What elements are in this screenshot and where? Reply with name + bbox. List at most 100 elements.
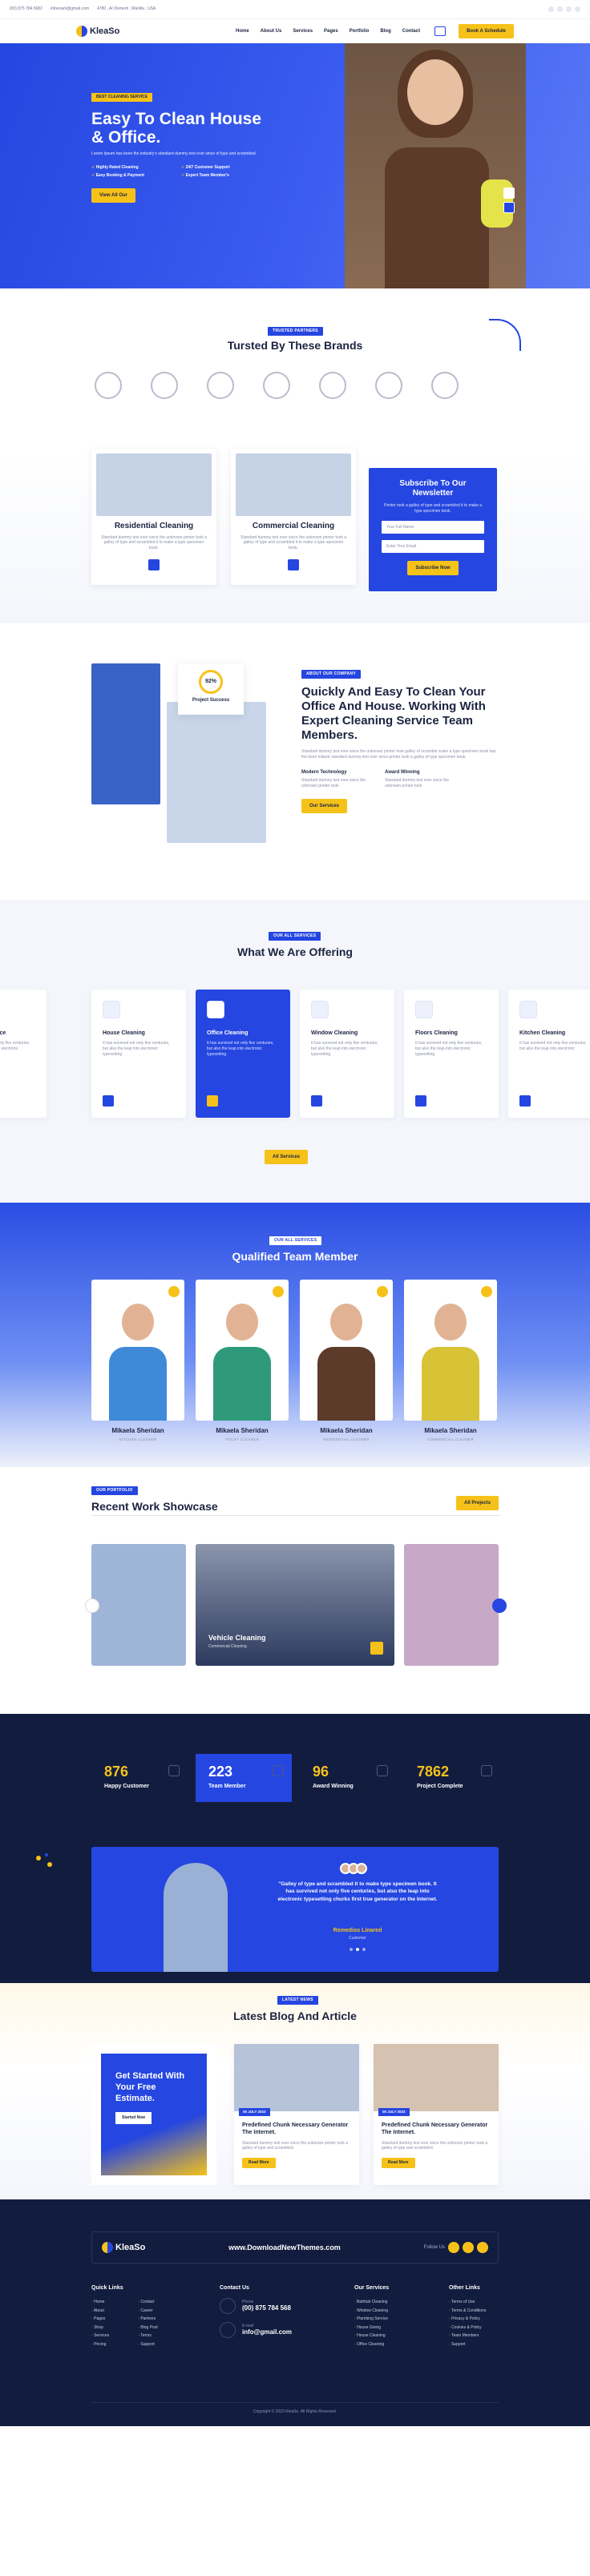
our-services-button[interactable]: Our Services bbox=[301, 798, 348, 813]
phone-value[interactable]: (00) 875 784 568 bbox=[242, 2304, 291, 2312]
twitter-icon[interactable] bbox=[463, 2242, 474, 2253]
facebook-icon[interactable] bbox=[448, 2242, 459, 2253]
member-photo bbox=[404, 1280, 497, 1421]
arrow-right-icon[interactable] bbox=[311, 1095, 322, 1107]
cart-icon[interactable] bbox=[434, 26, 447, 36]
arrow-right-icon[interactable] bbox=[519, 1095, 531, 1107]
offer-card[interactable]: House Cleaning It has survived not only f… bbox=[91, 990, 186, 1118]
footer-link[interactable]: Window Cleaning bbox=[354, 2307, 389, 2316]
started-now-button[interactable]: Started Now bbox=[115, 2112, 152, 2124]
all-services-button[interactable]: All Services bbox=[265, 1150, 309, 1165]
plus-icon[interactable] bbox=[377, 1286, 388, 1297]
plus-icon[interactable] bbox=[168, 1286, 180, 1297]
post-title[interactable]: Predefined Chunk Necessary Generator The… bbox=[382, 2122, 491, 2137]
read-more-button[interactable]: Read More bbox=[382, 2158, 415, 2168]
arrow-right-icon[interactable] bbox=[207, 1095, 218, 1107]
slider-dot[interactable] bbox=[350, 1948, 353, 1951]
footer-link[interactable]: House Cleaning bbox=[354, 2332, 389, 2340]
footer-link[interactable]: Terms of Use bbox=[449, 2298, 486, 2307]
nav-item-pages[interactable]: Pages bbox=[324, 28, 338, 34]
nav-item-portfolio[interactable]: Portfolio bbox=[350, 28, 370, 34]
subscribe-button[interactable]: Subscribe Now bbox=[407, 560, 459, 575]
footer-link[interactable]: Career bbox=[138, 2307, 157, 2316]
post-text: Standard dummy text ever since the unkno… bbox=[382, 2140, 488, 2151]
offer-card[interactable]: Kitchen Cleaning It has survived not only… bbox=[508, 990, 590, 1118]
footer-link[interactable]: Bathtub Cleaning bbox=[354, 2298, 389, 2307]
arrow-right-icon[interactable] bbox=[415, 1095, 426, 1107]
footer-logo[interactable]: KleaSo bbox=[102, 2242, 145, 2254]
nav-item-about[interactable]: About Us bbox=[261, 28, 282, 34]
plus-icon[interactable] bbox=[273, 1286, 284, 1297]
nav-item-services[interactable]: Services bbox=[293, 28, 313, 34]
plus-icon[interactable] bbox=[481, 1286, 492, 1297]
footer-link[interactable]: Pages bbox=[91, 2315, 109, 2324]
site-url[interactable]: www.DownloadNewThemes.com bbox=[228, 2243, 341, 2252]
follow-label: Follow Us bbox=[423, 2244, 445, 2250]
blog-post[interactable]: 05 JULY 2023 Predefined Chunk Necessary … bbox=[374, 2044, 499, 2185]
email-value[interactable]: info@gmail.com bbox=[242, 2328, 292, 2336]
linkedin-icon[interactable] bbox=[566, 6, 572, 12]
slider-dot[interactable] bbox=[362, 1948, 366, 1951]
name-input[interactable]: Your Full Name bbox=[382, 520, 484, 534]
team-member[interactable]: Mikaela Sheridan TOILET CLEANER bbox=[196, 1280, 289, 1442]
facebook-icon[interactable] bbox=[548, 6, 554, 12]
work-image-featured[interactable]: Vehicle Cleaning Commercial Cleaning bbox=[196, 1544, 394, 1666]
footer-link[interactable]: Support bbox=[138, 2340, 157, 2349]
footer-link[interactable]: Services bbox=[91, 2332, 109, 2340]
arrow-up-icon[interactable] bbox=[503, 187, 515, 199]
twitter-icon[interactable] bbox=[557, 6, 563, 12]
nav-item-blog[interactable]: Blog bbox=[380, 28, 390, 34]
footer-link[interactable]: Privacy & Policy bbox=[449, 2315, 486, 2324]
linkedin-icon[interactable] bbox=[477, 2242, 488, 2253]
offer-card[interactable]: Roofing Service It has survived not only … bbox=[0, 990, 46, 1118]
offer-card[interactable]: Floors Cleaning It has survived not only … bbox=[404, 990, 499, 1118]
slider-dot[interactable] bbox=[356, 1948, 359, 1951]
arrow-right-icon[interactable] bbox=[288, 558, 299, 570]
footer-link[interactable]: Support bbox=[449, 2340, 486, 2349]
team-member[interactable]: Mikaela Sheridan RESIDENTIAL CLEANER bbox=[300, 1280, 393, 1442]
footer-link[interactable]: About bbox=[91, 2307, 109, 2316]
work-image[interactable] bbox=[404, 1544, 499, 1666]
footer-link[interactable]: House Giving bbox=[354, 2324, 389, 2332]
service-card[interactable]: Residential Cleaning Standard dummy text… bbox=[91, 449, 216, 585]
about-section: 92% Project Success ABOUT OUR COMPANY Qu… bbox=[0, 623, 590, 900]
footer-link[interactable]: Shop bbox=[91, 2324, 109, 2332]
footer-link[interactable]: Contact bbox=[138, 2298, 157, 2307]
footer-link[interactable]: Plumbing Service bbox=[354, 2315, 389, 2324]
offer-title: Office Cleaning bbox=[207, 1030, 249, 1036]
email-input[interactable]: Enter Your Email bbox=[382, 539, 484, 553]
all-projects-button[interactable]: All Projects bbox=[455, 1496, 499, 1511]
arrow-right-icon[interactable] bbox=[148, 558, 160, 570]
book-schedule-button[interactable]: Book A Schedule bbox=[459, 23, 514, 39]
nav-item-contact[interactable]: Contact bbox=[402, 28, 420, 34]
footer-link[interactable]: Home bbox=[91, 2298, 109, 2307]
service-card[interactable]: Commercial Cleaning Standard dummy text … bbox=[231, 449, 356, 585]
nav-item-home[interactable]: Home bbox=[236, 28, 249, 34]
post-title[interactable]: Predefined Chunk Necessary Generator The… bbox=[242, 2122, 351, 2137]
instagram-icon[interactable] bbox=[575, 6, 580, 12]
blog-post[interactable]: 05 JULY 2023 Predefined Chunk Necessary … bbox=[234, 2044, 359, 2185]
offer-card[interactable]: Window Cleaning It has survived not only … bbox=[300, 990, 394, 1118]
arrow-down-icon[interactable] bbox=[503, 202, 515, 213]
team-member[interactable]: Mikaela Sheridan KITCHEN CLEANER bbox=[91, 1280, 184, 1442]
footer-link[interactable]: Team Members bbox=[449, 2332, 486, 2340]
next-arrow-icon[interactable] bbox=[492, 1598, 507, 1613]
footer-link[interactable]: Terms bbox=[138, 2332, 157, 2340]
read-more-button[interactable]: Read More bbox=[242, 2158, 276, 2168]
footer-link[interactable]: Terms & Conditions bbox=[449, 2307, 486, 2316]
hero-slider-arrows bbox=[503, 187, 515, 213]
footer-link[interactable]: Office Cleaning bbox=[354, 2340, 389, 2349]
hero-cta-button[interactable]: View All Our bbox=[91, 188, 136, 204]
footer-link[interactable]: Blog Post bbox=[138, 2324, 157, 2332]
offer-card-active[interactable]: Office Cleaning It has survived not only … bbox=[196, 990, 290, 1118]
footer-link[interactable]: Cookies & Policy bbox=[449, 2324, 486, 2332]
arrow-right-icon[interactable] bbox=[370, 1642, 383, 1655]
logo[interactable]: KleaSo bbox=[76, 26, 119, 38]
arrow-right-icon[interactable] bbox=[103, 1095, 114, 1107]
footer-link[interactable]: Partners bbox=[138, 2315, 157, 2324]
team-member[interactable]: Mikaela Sheridan COMMERCIAL CLEANER bbox=[404, 1280, 497, 1442]
prev-arrow-icon[interactable] bbox=[85, 1598, 99, 1613]
footer-link[interactable]: Pricing bbox=[91, 2340, 109, 2349]
work-image[interactable] bbox=[91, 1544, 186, 1666]
service-text: Standard dummy text ever since the unkno… bbox=[240, 534, 347, 551]
